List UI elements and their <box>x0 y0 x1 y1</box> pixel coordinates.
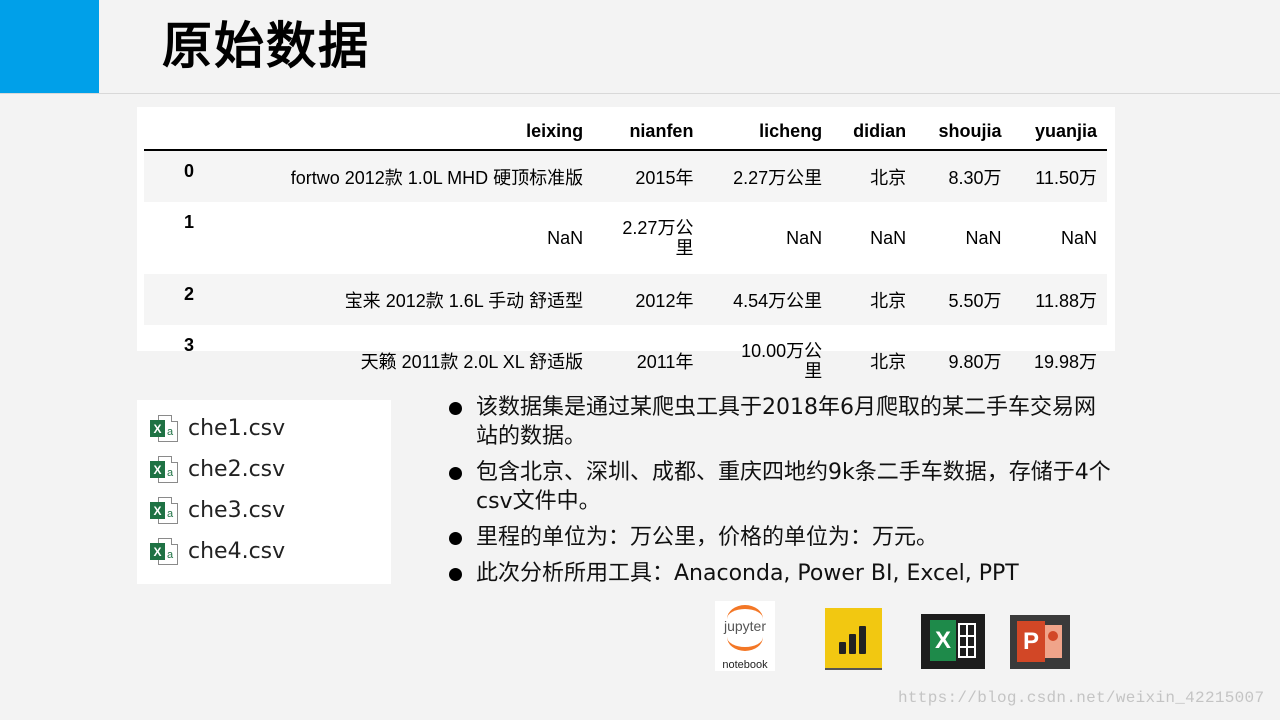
bullet-item: 包含北京、深圳、成都、重庆四地约9k条二手车数据，存储于4个csv文件中。 <box>447 458 1117 516</box>
dataframe-panel: leixing nianfen licheng didian shoujia y… <box>137 107 1115 381</box>
cell-licheng: NaN <box>786 227 823 248</box>
table-row: 1 NaN 2.27万公里 NaN NaN NaN NaN <box>144 202 1107 274</box>
csv-file-list: Xa che1.csv Xa che2.csv Xa che3.csv Xa c… <box>137 400 391 584</box>
file-item[interactable]: Xa che3.csv <box>150 495 285 525</box>
slide-title: 原始数据 <box>162 17 370 75</box>
cell-licheng: 10.00万公里 <box>703 325 832 397</box>
column-header: nianfen <box>593 113 704 151</box>
column-header: shoujia <box>916 113 1012 151</box>
row-index: 3 <box>183 335 194 355</box>
file-name: che1.csv <box>188 415 286 441</box>
file-item[interactable]: Xa che1.csv <box>150 413 285 443</box>
cell-shoujia: 5.50万 <box>948 290 1002 311</box>
ppt-letter: P <box>1017 621 1045 662</box>
excel-logo: X <box>921 614 985 669</box>
excel-file-icon: Xa <box>150 496 178 524</box>
description-bullets: 该数据集是通过某爬虫工具于2018年6月爬取的某二手车交易网站的数据。 包含北京… <box>447 393 1117 595</box>
file-name: che4.csv <box>188 538 286 564</box>
file-name: che3.csv <box>188 497 286 523</box>
header-accent-bar <box>0 0 99 93</box>
powerpoint-logo: P <box>1010 615 1070 669</box>
cell-yuanjia: 11.88万 <box>1035 290 1097 311</box>
file-item[interactable]: Xa che4.csv <box>150 536 285 566</box>
bullet-item: 里程的单位为：万公里，价格的单位为：万元。 <box>447 523 1117 552</box>
file-name: che2.csv <box>188 456 286 482</box>
bullet-item: 此次分析所用工具：Anaconda, Power BI, Excel, PPT <box>447 559 1117 588</box>
cell-leixing: NaN <box>547 227 584 248</box>
cell-shoujia: 9.80万 <box>948 352 1002 372</box>
cell-shoujia: 8.30万 <box>948 167 1002 188</box>
cell-leixing: 宝来 2012款 1.6L 手动 舒适型 <box>344 290 584 311</box>
cell-yuanjia: 19.98万 <box>1033 352 1097 372</box>
column-header: yuanjia <box>1011 113 1107 151</box>
cell-leixing: fortwo 2012款 1.0L MHD 硬顶标准版 <box>290 167 584 188</box>
excel-file-icon: Xa <box>150 414 178 442</box>
cell-didian: 北京 <box>870 167 907 188</box>
excel-file-icon: Xa <box>150 455 178 483</box>
cell-nianfen: 2.27万公里 <box>593 202 703 274</box>
row-index: 0 <box>183 161 194 181</box>
cell-leixing: 天籁 2011款 2.0L XL 舒适版 <box>360 352 584 372</box>
column-header <box>144 113 234 151</box>
row-index: 2 <box>183 284 194 304</box>
excel-letter: X <box>930 620 956 661</box>
column-header: leixing <box>234 113 594 151</box>
column-header: licheng <box>703 113 833 151</box>
cell-nianfen: 2012年 <box>635 290 694 311</box>
cell-didian: 北京 <box>870 290 907 311</box>
cell-nianfen: 2015年 <box>635 167 694 188</box>
power-bi-logo <box>825 608 882 670</box>
cell-shoujia: NaN <box>965 227 1002 248</box>
cell-nianfen-text: 2.27万公里 <box>622 217 694 258</box>
slide-header: 原始数据 <box>0 0 1280 94</box>
table-row: 3 天籁 2011款 2.0L XL 舒适版 2011年 10.00万公里 北京… <box>144 325 1107 397</box>
table-header-row: leixing nianfen licheng didian shoujia y… <box>144 113 1107 151</box>
cell-didian: NaN <box>870 227 907 248</box>
cell-licheng: 4.54万公里 <box>733 290 823 311</box>
watermark: https://blog.csdn.net/weixin_42215007 <box>898 689 1265 707</box>
cell-yuanjia: NaN <box>1060 227 1097 248</box>
table-row: 2 宝来 2012款 1.6L 手动 舒适型 2012年 4.54万公里 北京 … <box>144 274 1107 325</box>
column-header: didian <box>832 113 917 151</box>
cell-licheng-text: 10.00万公里 <box>741 340 823 381</box>
jupyter-sub: notebook <box>722 659 768 671</box>
bullet-item: 该数据集是通过某爬虫工具于2018年6月爬取的某二手车交易网站的数据。 <box>447 393 1117 451</box>
dataframe-table: leixing nianfen licheng didian shoujia y… <box>144 113 1107 397</box>
file-item[interactable]: Xa che2.csv <box>150 454 285 484</box>
table-row: 0 fortwo 2012款 1.0L MHD 硬顶标准版 2015年 2.27… <box>144 150 1107 202</box>
cell-didian: 北京 <box>870 352 907 372</box>
row-index: 1 <box>183 212 194 232</box>
cell-licheng: 2.27万公里 <box>733 167 823 188</box>
cell-nianfen: 2011年 <box>636 352 694 372</box>
jupyter-notebook-logo: jupyter notebook <box>715 601 775 671</box>
cell-yuanjia: 11.50万 <box>1035 167 1097 188</box>
excel-file-icon: Xa <box>150 537 178 565</box>
jupyter-word: jupyter <box>723 618 767 634</box>
